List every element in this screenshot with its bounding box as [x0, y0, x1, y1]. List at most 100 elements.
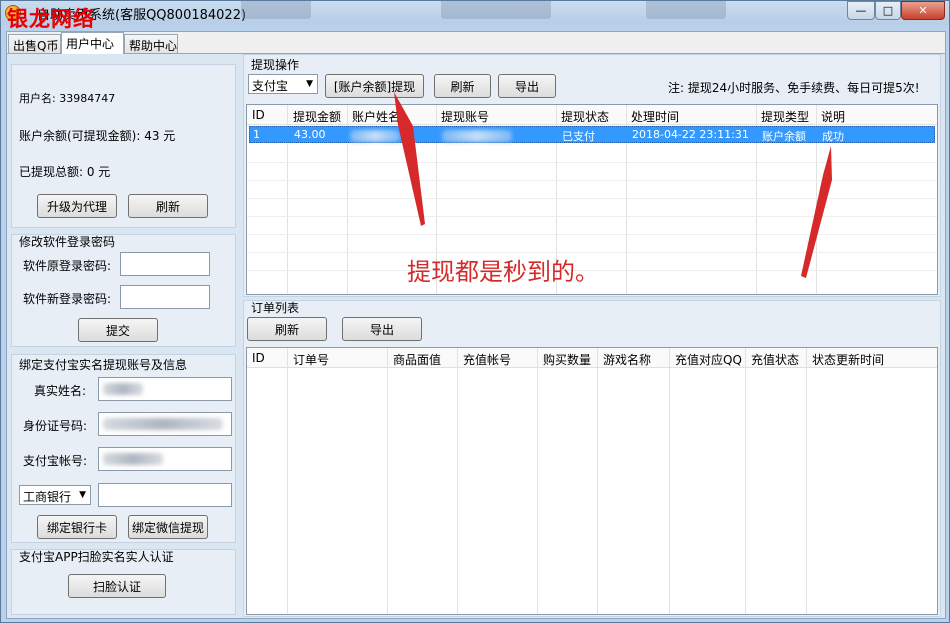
column-header[interactable]: 提现类型 — [761, 108, 809, 125]
user-center-page: 用户名: 33984747 账户余额(可提现金额): 43 元 已提现总额: 0… — [7, 53, 945, 618]
refresh-account-button[interactable]: 刷新 — [128, 194, 208, 218]
bind-account-title: 绑定支付宝实名提现账号及信息 — [19, 358, 188, 372]
alipay-account-label: 支付宝帐号: — [23, 454, 88, 468]
orders-table[interactable]: ID 订单号 商品面值 充值帐号 购买数量 游戏名称 充值对应QQ 充值状态 状… — [246, 347, 938, 615]
maximize-button[interactable]: □ — [875, 1, 901, 20]
column-header[interactable]: 购买数量 — [543, 351, 591, 368]
column-header[interactable]: 订单号 — [293, 351, 329, 368]
upgrade-agent-button[interactable]: 升级为代理 — [37, 194, 117, 218]
alipay-account-input[interactable] — [98, 447, 232, 471]
refresh-orders-button[interactable]: 刷新 — [247, 317, 327, 341]
bank-card-input[interactable] — [98, 483, 232, 507]
cell-id: 1 — [253, 128, 260, 141]
old-password-input[interactable] — [120, 252, 210, 276]
orders-title: 订单列表 — [251, 301, 300, 315]
redacted-value — [350, 130, 400, 142]
background-tab-ghost — [441, 1, 551, 19]
withdraw-balance-button[interactable]: [账户余额]提现 — [325, 74, 424, 98]
column-header[interactable]: 状态更新时间 — [812, 351, 884, 368]
column-header[interactable]: 游戏名称 — [603, 351, 651, 368]
column-header[interactable]: ID — [252, 108, 265, 122]
withdraw-method-value: 支付宝 — [252, 79, 289, 93]
redacted-value — [103, 383, 143, 395]
redacted-value — [442, 130, 512, 142]
tab-user-center[interactable]: 用户中心 — [61, 32, 124, 54]
column-header[interactable]: 提现状态 — [561, 108, 609, 125]
withdrawn-total-text: 已提现总额: 0 元 — [19, 165, 111, 179]
bind-wechat-button[interactable]: 绑定微信提现 — [128, 515, 208, 539]
account-info-panel: 用户名: 33984747 账户余额(可提现金额): 43 元 已提现总额: 0… — [11, 64, 236, 228]
refresh-withdraw-button[interactable]: 刷新 — [434, 74, 491, 98]
new-password-input[interactable] — [120, 285, 210, 309]
cell-amount: 43.00 — [294, 128, 326, 141]
column-divider — [457, 348, 458, 614]
cell-desc: 成功 — [822, 130, 844, 143]
redacted-value — [103, 418, 223, 430]
background-tab-ghost — [241, 1, 311, 19]
column-header[interactable]: 处理时间 — [631, 108, 679, 125]
column-divider — [387, 348, 388, 614]
orders-table-header: ID 订单号 商品面值 充值帐号 购买数量 游戏名称 充值对应QQ 充值状态 状… — [247, 348, 937, 368]
column-divider — [287, 348, 288, 614]
minimize-button[interactable]: — — [847, 1, 875, 20]
row-divider — [247, 162, 937, 163]
column-divider — [597, 348, 598, 614]
id-number-input[interactable] — [98, 412, 232, 436]
face-auth-button[interactable]: 扫脸认证 — [68, 574, 166, 598]
column-header[interactable]: ID — [252, 351, 265, 365]
column-header[interactable]: 充值状态 — [751, 351, 799, 368]
cell-status: 已支付 — [562, 130, 595, 143]
real-name-label: 真实姓名: — [34, 384, 87, 398]
brand-watermark: 银龙网络 — [7, 6, 95, 31]
id-number-label: 身份证号码: — [23, 419, 88, 433]
column-header[interactable]: 充值对应QQ — [675, 351, 742, 368]
withdraw-title: 提现操作 — [251, 58, 300, 72]
column-divider — [669, 348, 670, 614]
face-auth-title: 支付宝APP扫脸实名实人认证 — [19, 550, 174, 564]
tab-sell-qcoin[interactable]: 出售Q币 — [8, 34, 61, 54]
row-divider — [247, 216, 937, 217]
withdraw-notice: 注: 提现24小时服务、免手续费、每日可提5次! — [668, 81, 920, 95]
column-header[interactable]: 提现金额 — [293, 108, 341, 125]
redacted-value — [103, 453, 163, 465]
app-window: 自助卖币系统(客服QQ800184022) — □ ✕ 银龙网络 出售Q币 用户… — [0, 0, 950, 623]
withdraw-table-header: ID 提现金额 账户姓名 提现账号 提现状态 处理时间 提现类型 说明 — [247, 105, 937, 125]
background-tab-ghost — [646, 1, 726, 19]
withdraw-method-select[interactable]: 支付宝 ▼ — [248, 74, 318, 94]
export-withdraw-button[interactable]: 导出 — [498, 74, 556, 98]
column-header[interactable]: 账户姓名 — [352, 108, 400, 125]
row-divider — [247, 234, 937, 235]
bind-bank-card-button[interactable]: 绑定银行卡 — [37, 515, 117, 539]
change-password-title: 修改软件登录密码 — [19, 235, 116, 249]
cell-type: 账户余额 — [762, 130, 806, 143]
tab-help-center[interactable]: 帮助中心 — [124, 34, 178, 54]
close-button[interactable]: ✕ — [901, 1, 945, 20]
column-header[interactable]: 说明 — [821, 108, 845, 125]
column-divider — [806, 348, 807, 614]
submit-password-button[interactable]: 提交 — [78, 318, 158, 342]
row-divider — [247, 198, 937, 199]
bind-account-panel: 绑定支付宝实名提现账号及信息 真实姓名: 身份证号码: 支付宝帐号: 工商银行 … — [11, 354, 236, 543]
column-header[interactable]: 提现账号 — [441, 108, 489, 125]
chevron-down-icon: ▼ — [306, 79, 313, 89]
change-password-panel: 修改软件登录密码 软件原登录密码: 软件新登录密码: 提交 — [11, 234, 236, 347]
new-password-label: 软件新登录密码: — [23, 292, 112, 306]
orders-panel: 订单列表 刷新 导出 ID 订单号 商品面值 充值帐号 购买数量 游戏名称 充值… — [243, 300, 941, 617]
balance-text: 账户余额(可提现金额): 43 元 — [19, 129, 176, 143]
chevron-down-icon: ▼ — [79, 490, 86, 500]
column-divider — [745, 348, 746, 614]
title-bar: 自助卖币系统(客服QQ800184022) — □ ✕ 银龙网络 — [1, 1, 949, 31]
table-row[interactable]: 1 43.00 已支付 2018-04-22 23:11:31 账户余额 成功 — [249, 126, 935, 143]
row-divider — [247, 180, 937, 181]
real-name-input[interactable] — [98, 377, 232, 401]
column-header[interactable]: 商品面值 — [393, 351, 441, 368]
old-password-label: 软件原登录密码: — [23, 259, 112, 273]
face-auth-panel: 支付宝APP扫脸实名实人认证 扫脸认证 — [11, 549, 236, 615]
withdraw-annotation: 提现都是秒到的。 — [407, 258, 599, 286]
bank-select[interactable]: 工商银行 ▼ — [19, 485, 91, 505]
export-orders-button[interactable]: 导出 — [342, 317, 422, 341]
column-divider — [537, 348, 538, 614]
username-text: 用户名: 33984747 — [19, 92, 116, 105]
cell-time: 2018-04-22 23:11:31 — [632, 128, 749, 141]
column-header[interactable]: 充值帐号 — [463, 351, 511, 368]
